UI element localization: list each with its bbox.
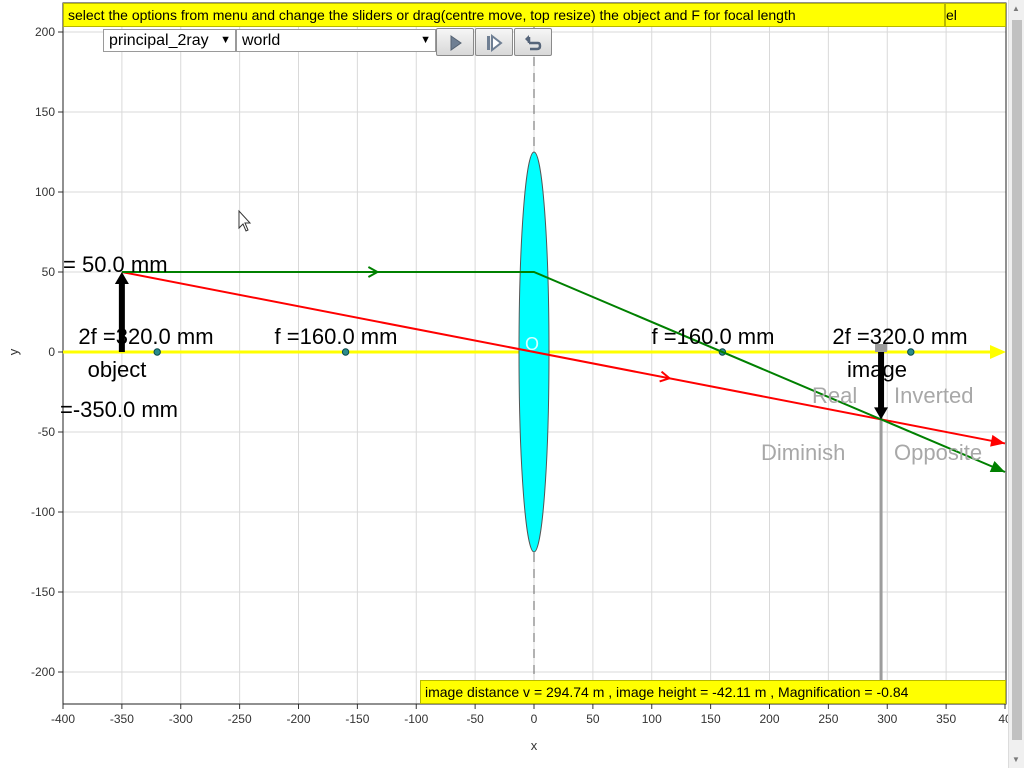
- play-button[interactable]: [436, 28, 474, 56]
- right-2f-label: 2f =320.0 mm: [832, 324, 967, 349]
- lens-center-label: O: [525, 334, 539, 354]
- x-tick-label: 150: [701, 712, 721, 726]
- chevron-down-icon: ▼: [220, 34, 231, 46]
- simulation-canvas[interactable]: -400 -350 -300 -250 -200 -150 -100 -50 0 50 100 150…: [0, 0, 1024, 768]
- principal-axis-arrow: [990, 345, 1006, 359]
- left-f-label: f =160.0 mm: [275, 324, 398, 349]
- reset-icon: [525, 35, 542, 51]
- x-tick-label: -50: [466, 712, 484, 726]
- y-axis-title: y: [6, 348, 21, 355]
- scroll-down-icon[interactable]: ▼: [1012, 755, 1020, 764]
- y-tick-label: 150: [35, 105, 55, 119]
- x-tick-label: -400: [51, 712, 75, 726]
- instructions-banner-tail: el: [945, 3, 1006, 27]
- ray-mode-select[interactable]: principal_2ray ▼: [103, 29, 236, 52]
- x-tick-label: -250: [228, 712, 252, 726]
- instructions-banner: select the options from menu and change …: [63, 3, 945, 27]
- result-status-bar: image distance v = 294.74 m , image heig…: [420, 680, 1006, 704]
- x-tick-label: 100: [642, 712, 662, 726]
- step-button[interactable]: [475, 28, 513, 56]
- right-f-label: f =160.0 mm: [652, 324, 775, 349]
- mouse-cursor-icon: [238, 209, 252, 232]
- vertical-scrollbar[interactable]: ▲ ▼: [1008, 0, 1024, 768]
- x-tick-label: -100: [404, 712, 428, 726]
- ray-mode-value: principal_2ray: [109, 32, 209, 49]
- y-tick-label: -50: [38, 425, 56, 439]
- y-tick-label: -100: [31, 505, 55, 519]
- x-tick-label: 300: [877, 712, 897, 726]
- focal-point[interactable]: [907, 348, 915, 356]
- left-2f-label: 2f =320.0 mm: [78, 324, 213, 349]
- x-tick-label: -300: [169, 712, 193, 726]
- scrollbar-thumb[interactable]: [1012, 20, 1022, 740]
- x-tick-label: -350: [110, 712, 134, 726]
- x-axis-title: x: [531, 738, 538, 753]
- x-tick-label: 350: [936, 712, 956, 726]
- x-tick-label: 50: [586, 712, 600, 726]
- nature-opposite-label: Opposite: [894, 440, 982, 465]
- y-tick-label: 50: [42, 265, 56, 279]
- nature-real-label: Real: [812, 383, 857, 408]
- y-tick-label: -150: [31, 585, 55, 599]
- step-forward-icon: [487, 34, 503, 52]
- object-label: object: [88, 357, 147, 382]
- play-icon: [450, 35, 462, 51]
- scroll-up-icon[interactable]: ▲: [1012, 4, 1020, 13]
- nature-inverted-label: Inverted: [894, 383, 974, 408]
- y-tick-label: -200: [31, 665, 55, 679]
- image-label: image: [847, 357, 907, 382]
- focal-point[interactable]: [153, 348, 161, 356]
- nature-diminish-label: Diminish: [761, 440, 845, 465]
- ray-end-arrow: [990, 434, 1005, 447]
- x-tick-label: 250: [818, 712, 838, 726]
- x-tick-label: 0: [531, 712, 538, 726]
- y-tick-label: 0: [48, 345, 55, 359]
- object-height-label: = 50.0 mm: [63, 252, 168, 277]
- y-tick-label: 200: [35, 25, 55, 39]
- frame-select[interactable]: world ▼: [236, 29, 436, 52]
- reset-button[interactable]: [514, 28, 552, 56]
- object-distance-label: =-350.0 mm: [60, 397, 178, 422]
- chevron-down-icon: ▼: [420, 34, 431, 46]
- frame-value: world: [242, 32, 281, 49]
- focal-point[interactable]: [341, 348, 350, 356]
- y-tick-label: 100: [35, 185, 55, 199]
- x-tick-label: -150: [345, 712, 369, 726]
- x-tick-label: 200: [759, 712, 779, 726]
- x-tick-label: -200: [286, 712, 310, 726]
